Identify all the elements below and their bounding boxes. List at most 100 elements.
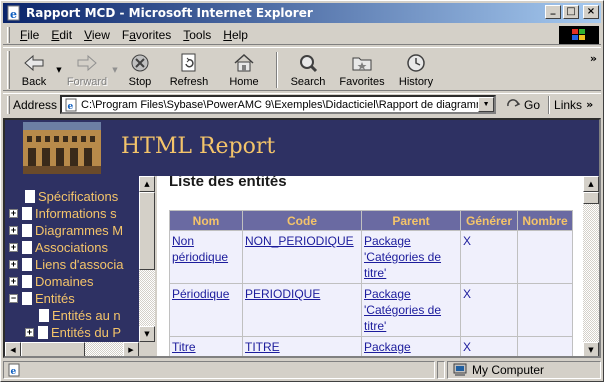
main-content-frame: Liste des entités Nom Code Parent Génére… [155, 176, 583, 356]
column-header-code[interactable]: Code [243, 211, 361, 230]
column-header-parent[interactable]: Parent [362, 211, 460, 230]
links-more-chevron-icon[interactable]: » [586, 98, 593, 111]
minimize-button[interactable]: _ [545, 5, 561, 19]
tree-item-associations[interactable]: + Associations [9, 239, 108, 256]
tree-item-label: Liens d'associa [35, 257, 124, 272]
expand-icon[interactable]: + [9, 243, 18, 252]
tree-item-label: Domaines [35, 274, 94, 289]
entity-code-link[interactable]: NON_PERIODIQUE [243, 231, 361, 283]
entity-parent-link[interactable]: Package 'Catégories de titre' [362, 284, 460, 336]
forward-button[interactable]: Forward [64, 48, 110, 90]
address-url: C:\Program Files\Sybase\PowerAMC 9\Exemp… [81, 98, 486, 111]
expand-icon[interactable]: + [9, 260, 18, 269]
tree-item-entites-au-niveau[interactable]: Entités au n [39, 307, 121, 324]
search-icon [296, 52, 320, 74]
entity-parent-link[interactable]: Package [362, 337, 460, 356]
close-button[interactable]: × [583, 5, 599, 19]
maximize-icon: □ [566, 6, 576, 17]
entities-table: Nom Code Parent Générer Nombre Non pério… [169, 210, 573, 356]
window-title: Rapport MCD - Microsoft Internet Explore… [26, 6, 313, 20]
links-separator [548, 95, 551, 114]
go-button[interactable]: Go [506, 98, 540, 112]
entity-name-link[interactable]: Périodique [170, 284, 242, 336]
menu-view[interactable]: View [78, 28, 116, 42]
expand-icon[interactable]: + [9, 209, 18, 218]
tree-item-informations[interactable]: + Informations s [9, 205, 117, 222]
scroll-up-icon[interactable]: ▲ [139, 176, 155, 192]
tree-item-label: Diagrammes M [35, 223, 124, 238]
tree-item-specifications[interactable]: Spécifications [25, 188, 118, 205]
entity-generer-cell: X [461, 231, 517, 283]
address-dropdown-chevron-icon[interactable]: ▼ [478, 97, 495, 112]
back-button[interactable]: Back [14, 48, 54, 90]
scroll-left-icon[interactable]: ◀ [5, 342, 21, 356]
entity-generer-cell: X [461, 284, 517, 336]
tree-item-liens-association[interactable]: + Liens d'associa [9, 256, 123, 273]
entity-name-link[interactable]: Titre [170, 337, 242, 356]
svg-text:e: e [68, 102, 74, 112]
collapse-icon[interactable]: − [9, 294, 18, 303]
tree-vertical-scrollbar[interactable]: ▲ ▼ [139, 176, 155, 342]
status-text-pane: e [3, 361, 435, 379]
search-button[interactable]: Search [284, 48, 332, 90]
tree-item-label: Entités au n [52, 308, 121, 323]
maximize-button[interactable]: □ [563, 5, 579, 19]
entity-code-link[interactable]: TITRE [243, 337, 361, 356]
menu-view-label: View [84, 27, 110, 42]
browser-window: e Rapport MCD - Microsoft Internet Explo… [0, 0, 604, 382]
main-vscroll-thumb[interactable] [583, 192, 599, 204]
scroll-right-icon[interactable]: ▶ [123, 342, 139, 356]
entity-code-link[interactable]: PERIODIQUE [243, 284, 361, 336]
history-button[interactable]: History [392, 48, 440, 90]
entity-parent-link[interactable]: Package 'Catégories de titre' [362, 231, 460, 283]
expand-icon[interactable]: + [9, 226, 18, 235]
scroll-down-icon[interactable]: ▼ [583, 342, 599, 356]
menu-file[interactable]: File [14, 28, 45, 42]
address-input[interactable]: e C:\Program Files\Sybase\PowerAMC 9\Exe… [60, 95, 497, 114]
menu-edit[interactable]: Edit [45, 28, 78, 42]
tree-item-label: Informations s [35, 206, 117, 221]
expand-icon[interactable]: + [9, 277, 18, 286]
windows-logo-icon [559, 26, 599, 44]
menu-tools[interactable]: Tools [177, 28, 217, 42]
links-button[interactable]: Links [554, 98, 582, 112]
back-dropdown-chevron-icon[interactable]: ▼ [54, 48, 64, 90]
addressbar-grip[interactable] [7, 95, 10, 114]
tree-item-entites[interactable]: − Entités [9, 290, 75, 307]
column-header-nombre[interactable]: Nombre [518, 211, 572, 230]
title-bar[interactable]: e Rapport MCD - Microsoft Internet Explo… [3, 3, 601, 23]
report-banner: HTML Report [5, 120, 599, 176]
back-label: Back [21, 76, 47, 88]
tree-item-diagrammes[interactable]: + Diagrammes M [9, 222, 123, 239]
expand-icon[interactable]: + [25, 328, 34, 337]
document-icon [22, 224, 32, 237]
forward-dropdown-chevron-icon[interactable]: ▼ [110, 48, 120, 90]
tree-item-label: Entités du P [51, 325, 122, 340]
tree-hscroll-thumb[interactable] [21, 342, 85, 356]
tree-item-entites-du-package[interactable]: + Entités du P [25, 324, 121, 341]
scroll-up-icon[interactable]: ▲ [583, 176, 599, 192]
menu-favorites[interactable]: Favorites [116, 28, 177, 42]
toolbar-more-chevron-icon[interactable]: » [590, 52, 597, 65]
history-label: History [398, 76, 434, 88]
tree-horizontal-scrollbar[interactable]: ◀ ▶ [5, 342, 139, 356]
main-vertical-scrollbar[interactable]: ▲ ▼ [583, 176, 599, 356]
menubar-grip[interactable] [7, 26, 10, 43]
address-label: Address [13, 97, 58, 112]
home-button[interactable]: Home [218, 48, 270, 90]
go-arrow-icon [507, 98, 521, 107]
tree-item-domaines[interactable]: + Domaines [9, 273, 94, 290]
toolbar-grip[interactable] [7, 51, 10, 89]
entity-name-link[interactable]: Non périodique [170, 231, 242, 283]
tree-item-label: Associations [35, 240, 108, 255]
menu-help[interactable]: Help [217, 28, 254, 42]
stop-icon [128, 52, 152, 74]
scroll-down-icon[interactable]: ▼ [139, 326, 155, 342]
stop-button[interactable]: Stop [120, 48, 160, 90]
refresh-icon [177, 52, 201, 74]
column-header-nom[interactable]: Nom [170, 211, 242, 230]
refresh-button[interactable]: Refresh [160, 48, 218, 90]
tree-vscroll-thumb[interactable] [139, 192, 155, 270]
favorites-button[interactable]: Favorites [332, 48, 392, 90]
column-header-generer[interactable]: Générer [461, 211, 517, 230]
